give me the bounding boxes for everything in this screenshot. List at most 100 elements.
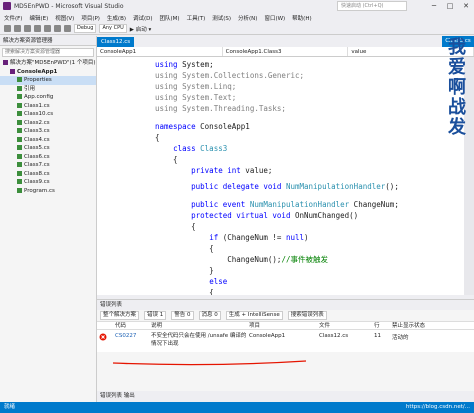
code-line: using System.Collections.Generic; — [155, 71, 305, 80]
start-button[interactable]: ▶ 启动 ▾ — [130, 25, 152, 33]
error-icon — [97, 330, 113, 352]
error-project: ConsoleApp1 — [249, 333, 286, 339]
errors-filter-button[interactable]: 错误 1 — [144, 311, 167, 320]
tree-item[interactable]: Class7.cs — [0, 161, 96, 170]
code-line: using System.Text; — [155, 93, 237, 102]
tree-item-label: Class7.cs — [24, 162, 50, 168]
messages-filter-button[interactable]: 消息 0 — [198, 311, 221, 320]
config-select[interactable]: Debug — [74, 24, 97, 33]
tree-item[interactable]: Class3.cs — [0, 127, 96, 136]
menu-debug[interactable]: 调试(D) — [133, 14, 153, 22]
tree-item[interactable]: Class10.cs — [0, 110, 96, 119]
code-line: else — [209, 277, 228, 286]
menu-window[interactable]: 窗口(W) — [264, 14, 285, 22]
tree-item[interactable]: 引用 — [0, 85, 96, 94]
save-icon[interactable] — [34, 25, 41, 32]
save-all-icon[interactable] — [44, 25, 51, 32]
type-dropdown[interactable]: ConsoleApp1.Class3 — [223, 47, 349, 56]
file-icon — [17, 153, 22, 159]
forward-icon[interactable] — [14, 25, 21, 32]
tree-item[interactable]: Class5.cs — [0, 144, 96, 153]
code-line: using System.Linq; — [155, 82, 237, 91]
error-line: 11 — [374, 333, 381, 339]
scope-select[interactable]: 整个解决方案 — [100, 311, 140, 320]
menu-view[interactable]: 视图(V) — [55, 14, 74, 22]
menu-project[interactable]: 项目(P) — [81, 14, 100, 22]
code-line: namespace ConsoleApp1 — [155, 122, 250, 131]
build-filter-select[interactable]: 生成 + IntelliSense — [225, 311, 283, 320]
error-description: 不安全代码只会在使用 /unsafe 编译的情况下出现 — [151, 333, 247, 347]
tree-item[interactable]: Class9.cs — [0, 178, 96, 187]
code-editor[interactable]: using System; using System.Collections.G… — [97, 57, 464, 295]
maximize-icon[interactable]: □ — [442, 0, 458, 12]
menu-team[interactable]: 团队(M) — [160, 14, 180, 22]
tree-item[interactable]: Class4.cs — [0, 136, 96, 145]
menu-test[interactable]: 测试(S) — [212, 14, 231, 22]
tree-item[interactable]: ConsoleApp1 — [0, 68, 96, 77]
menu-build[interactable]: 生成(B) — [107, 14, 126, 22]
error-code[interactable]: CS0227 — [113, 330, 149, 352]
file-icon — [17, 102, 22, 108]
tree-item[interactable]: Properties — [0, 76, 96, 85]
undo-icon[interactable] — [54, 25, 61, 32]
error-list-panel: 错误列表 整个解决方案 错误 1 警告 0 消息 0 生成 + IntelliS… — [97, 299, 474, 401]
tree-item[interactable]: Class8.cs — [0, 170, 96, 179]
tree-item-label: Class6.cs — [24, 153, 50, 160]
red-underline-annotation — [112, 360, 307, 366]
tree-item[interactable]: 解决方案"MD5EnPWD"(1 个项目) — [0, 59, 96, 68]
code-line: { — [155, 244, 214, 253]
file-icon — [17, 119, 22, 125]
file-icon — [3, 60, 8, 65]
menu-analyze[interactable]: 分析(N) — [238, 14, 257, 22]
error-table-header: 代码 说明 项目 文件 行 禁止显示状态 — [97, 321, 474, 330]
solution-search-input[interactable]: 搜索解决方案资源管理器 — [2, 48, 94, 57]
status-bar: 就绪 https://blog.csdn.net/... — [0, 402, 474, 413]
tree-item[interactable]: App.config — [0, 93, 96, 102]
close-icon[interactable]: ✕ — [458, 0, 474, 12]
file-icon — [17, 85, 22, 91]
error-search-input[interactable]: 搜索错误列表 — [287, 311, 327, 320]
warnings-filter-button[interactable]: 警告 0 — [171, 311, 194, 320]
tree-item[interactable]: Class2.cs — [0, 119, 96, 128]
tree-item-label: Class4.cs — [24, 136, 50, 143]
status-text: 就绪 — [4, 404, 16, 410]
vs-logo-icon — [3, 2, 11, 10]
tree-item-label: 解决方案"MD5EnPWD"(1 个项目) — [10, 60, 96, 66]
menu-help[interactable]: 帮助(H) — [292, 14, 311, 22]
file-icon — [17, 170, 22, 176]
tree-item-label: Class3.cs — [24, 128, 50, 134]
window-title: MD5EnPWD - Microsoft Visual Studio — [14, 2, 124, 10]
tree-item[interactable]: Program.cs — [0, 187, 96, 196]
toolbar: Debug Any CPU ▶ 启动 ▾ — [0, 23, 474, 35]
title-bar: MD5EnPWD - Microsoft Visual Studio 快速启动 … — [0, 0, 474, 12]
menu-file[interactable]: 文件(F) — [4, 14, 22, 22]
tree-item-label: Properties — [24, 77, 52, 83]
file-icon — [17, 145, 22, 150]
tree-item-label: Class8.cs — [24, 170, 50, 177]
error-list-footer: 错误列表 输出 — [97, 391, 474, 401]
tab-class12[interactable]: Class12.cs — [97, 37, 135, 47]
code-line: private int value; — [191, 166, 273, 175]
file-icon — [17, 111, 22, 116]
file-icon — [17, 77, 22, 82]
file-icon — [17, 179, 22, 184]
table-row[interactable]: CS0227 不安全代码只会在使用 /unsafe 编译的情况下出现 Conso… — [97, 330, 474, 352]
minimize-icon[interactable]: ─ — [426, 0, 442, 12]
menu-tools[interactable]: 工具(T) — [187, 14, 206, 22]
back-icon[interactable] — [4, 25, 11, 32]
platform-select[interactable]: Any CPU — [99, 24, 127, 33]
error-file: Class12.cs — [319, 333, 349, 339]
code-line: ChangeNum();//事件被触发 — [155, 255, 328, 264]
redo-icon[interactable] — [64, 25, 71, 32]
tree-item[interactable]: Class1.cs — [0, 102, 96, 111]
editor-gutter — [97, 57, 152, 295]
new-project-icon[interactable] — [24, 25, 31, 32]
quick-launch-input[interactable]: 快速启动 (Ctrl+Q) — [337, 1, 407, 11]
project-dropdown[interactable]: ConsoleApp1 — [97, 47, 223, 56]
tree-item-label: Class2.cs — [24, 119, 50, 126]
tree-item-label: Class1.cs — [24, 102, 50, 109]
code-line: if (ChangeNum != null) — [209, 233, 309, 242]
menu-edit[interactable]: 编辑(E) — [29, 14, 48, 22]
tree-item[interactable]: Class6.cs — [0, 153, 96, 162]
navigation-bar: ConsoleApp1 ConsoleApp1.Class3 value — [97, 47, 474, 57]
